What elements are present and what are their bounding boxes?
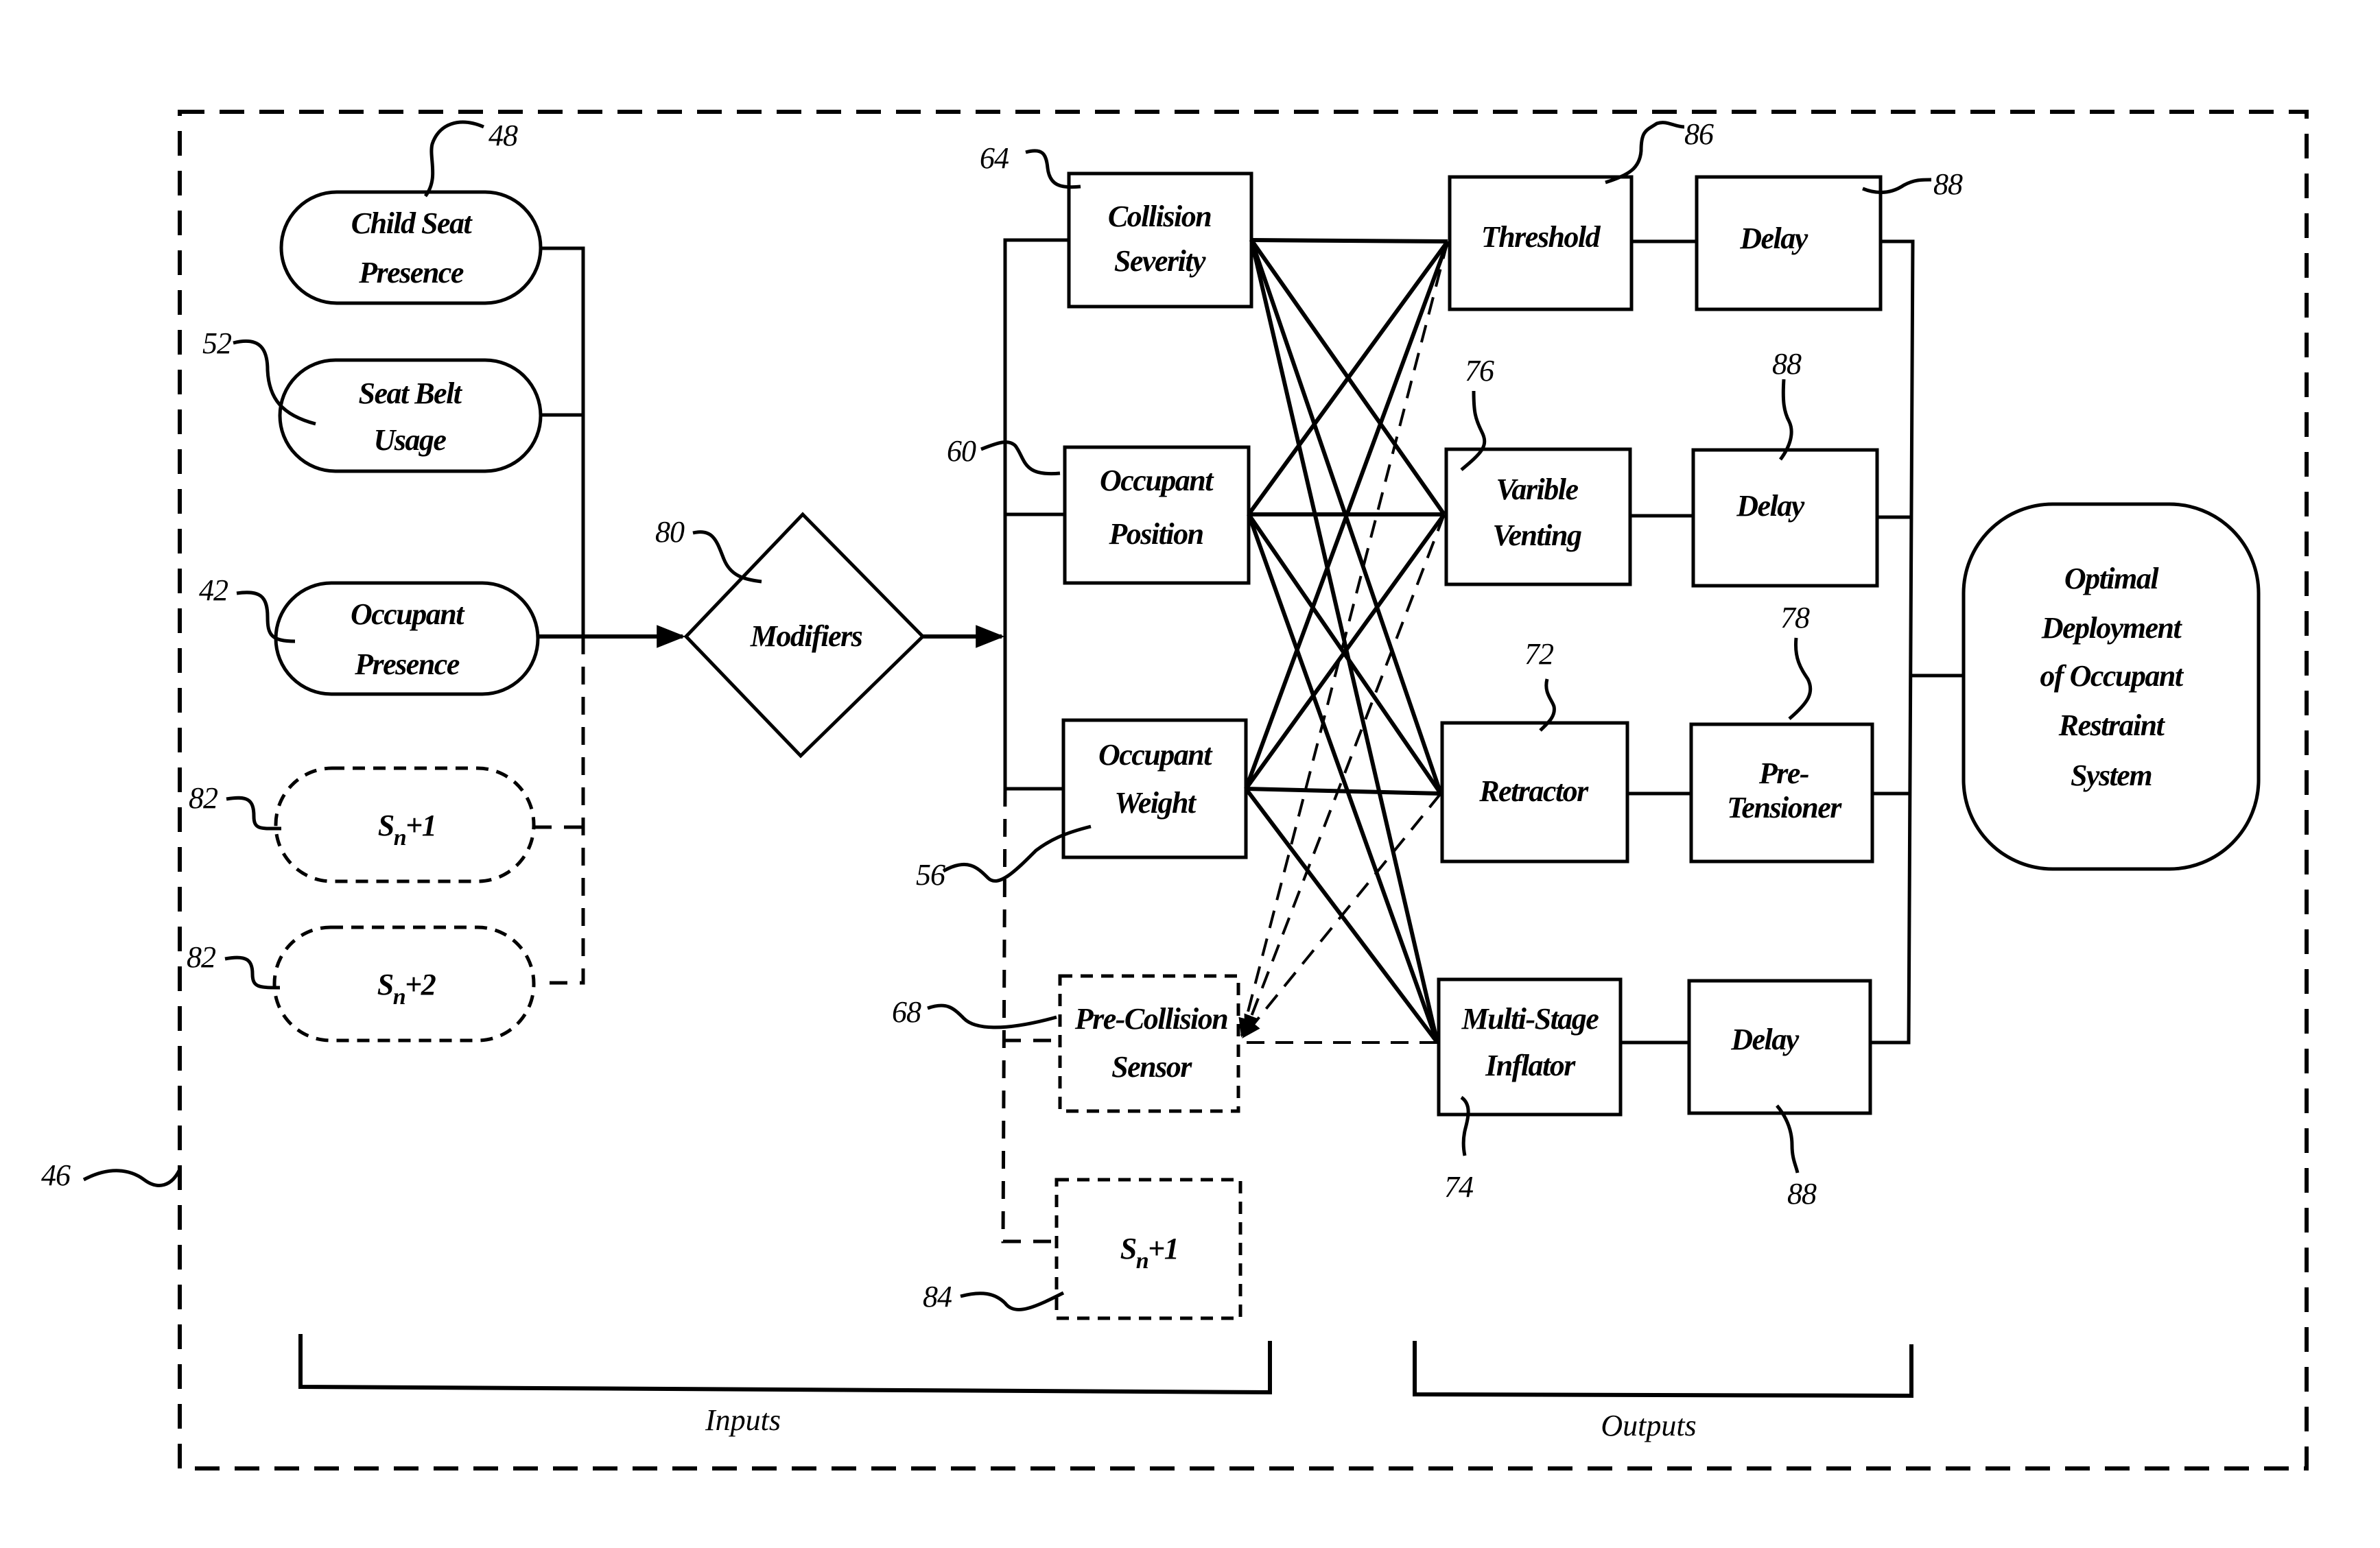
stage2-delay-3: Delay: [1687, 979, 1872, 1115]
ref-label-68: 68: [892, 995, 921, 1029]
svg-text:Multi-Stage: Multi-Stage: [1461, 1002, 1599, 1036]
svg-text:Occupant: Occupant: [1100, 464, 1214, 497]
svg-text:Occupant: Occupant: [1098, 738, 1213, 772]
ref-label-84: 84: [923, 1280, 952, 1313]
svg-text:of Occupant: of Occupant: [2040, 659, 2184, 693]
svg-text:Pre-Collision: Pre-Collision: [1074, 1002, 1228, 1036]
inputs-bracket: [298, 1334, 1272, 1395]
ref-leader-82b: [224, 955, 281, 990]
input-occupant-position: Occupant Position: [1063, 445, 1251, 585]
svg-text:Restraint: Restraint: [2058, 708, 2166, 742]
input-sn-plus-1: Sn+1: [1054, 1178, 1242, 1320]
ref-label-80: 80: [655, 515, 685, 549]
sensor-sn-plus-2: Sn+2: [272, 925, 536, 1043]
ref-leader-60: [980, 440, 1061, 476]
ref-label-48: 48: [488, 119, 518, 152]
ref-label-64: 64: [980, 141, 1009, 175]
input-pre-collision-sensor: Pre-Collision Sensor: [1058, 974, 1240, 1113]
svg-text:Varible: Varible: [1496, 473, 1578, 506]
svg-text:Seat Belt: Seat Belt: [358, 377, 462, 410]
svg-text:Usage: Usage: [374, 423, 447, 457]
system-ref-leader: [82, 1168, 182, 1187]
svg-text:Sensor: Sensor: [1111, 1050, 1192, 1084]
svg-text:Weight: Weight: [1114, 786, 1197, 820]
sensor-child-seat-presence: Child Seat Presence: [279, 190, 543, 305]
svg-text:Venting: Venting: [1493, 519, 1581, 552]
svg-text:Delay: Delay: [1736, 489, 1805, 523]
ref-leader-82a: [226, 796, 282, 831]
ref-leader-48: [423, 120, 484, 198]
ref-leader-86: [1605, 121, 1685, 184]
sensor-occupant-presence: Occupant Presence: [274, 581, 540, 696]
output-retractor: Retractor: [1440, 721, 1629, 864]
output-varible-venting: Varible Venting: [1444, 447, 1632, 586]
ref-label-72: 72: [1524, 637, 1554, 671]
ref-label-82b: 82: [187, 940, 216, 974]
link-weight-retractor: [1245, 787, 1441, 796]
ref-label-76: 76: [1465, 354, 1494, 388]
link-severity-threshold: [1251, 238, 1448, 243]
svg-text:Delay: Delay: [1730, 1023, 1800, 1056]
ref-leader-84: [960, 1291, 1065, 1311]
svg-text:Pre-: Pre-: [1758, 757, 1809, 790]
output-threshold: Threshold: [1448, 175, 1634, 311]
occupant-restraint-block-diagram: 46 Child Seat Presence 48 Seat Belt Usag…: [41, 110, 2309, 1470]
svg-text:Modifiers: Modifiers: [750, 619, 862, 653]
ref-leader-88c: [1776, 1104, 1800, 1174]
ref-label-88b: 88: [1772, 347, 1802, 381]
sensor-seat-belt-usage: Seat Belt Usage: [278, 358, 543, 473]
svg-text:System: System: [2071, 759, 2152, 792]
input-collision-severity: Collision Severity: [1067, 171, 1253, 309]
input-output-connections: [1238, 238, 1450, 1044]
svg-text:Collision: Collision: [1108, 200, 1211, 233]
ref-label-42: 42: [199, 573, 228, 607]
sensor-bus-line: [541, 246, 585, 636]
ref-leader-68: [927, 1003, 1057, 1029]
svg-text:Inflator: Inflator: [1485, 1049, 1576, 1082]
ref-leader-78: [1788, 637, 1813, 720]
svg-text:Deployment: Deployment: [2041, 611, 2183, 645]
ref-label-74: 74: [1444, 1170, 1474, 1204]
svg-text:Threshold: Threshold: [1481, 220, 1601, 254]
svg-text:Presence: Presence: [358, 256, 464, 289]
ref-label-88a: 88: [1933, 167, 1963, 201]
stage2-delay-1: Delay: [1695, 175, 1883, 311]
svg-text:Position: Position: [1108, 517, 1203, 551]
stage2-pre-tensioner: Pre- Tensioner: [1689, 722, 1874, 864]
sensor-sn-plus-1: Sn+1: [274, 766, 536, 883]
ref-label-56: 56: [916, 858, 945, 892]
stage2-delay-2: Delay: [1691, 448, 1879, 588]
ref-leader-88b: [1778, 379, 1793, 461]
outputs-bracket: [1413, 1341, 1913, 1398]
outputs-group-label: Outputs: [1601, 1409, 1696, 1442]
svg-text:Tensioner: Tensioner: [1727, 791, 1842, 824]
svg-text:Child Seat: Child Seat: [351, 206, 473, 240]
svg-text:Severity: Severity: [1114, 244, 1206, 278]
svg-text:Occupant: Occupant: [351, 597, 465, 631]
inputs-group-label: Inputs: [705, 1403, 781, 1437]
optimal-deployment-result: Optimal Deployment of Occupant Restraint…: [1961, 502, 2261, 871]
link-position-inflator: [1247, 513, 1439, 1044]
ref-label-52: 52: [202, 326, 232, 360]
ref-label-78: 78: [1780, 601, 1810, 634]
ref-label-60: 60: [947, 434, 976, 468]
svg-text:Retractor: Retractor: [1478, 774, 1589, 808]
svg-text:Optimal: Optimal: [2064, 562, 2159, 595]
sensor-bus-dashed: [539, 636, 585, 985]
ref-label-88c: 88: [1787, 1177, 1817, 1211]
ref-label-82a: 82: [189, 781, 218, 815]
svg-text:Delay: Delay: [1739, 222, 1808, 255]
ref-label-86: 86: [1684, 117, 1714, 151]
input-occupant-weight: Occupant Weight: [1061, 718, 1248, 859]
output-combiner-bus: [1870, 239, 1915, 1045]
output-multi-stage-inflator: Multi-Stage Inflator: [1437, 977, 1623, 1117]
svg-text:Presence: Presence: [354, 647, 460, 681]
system-ref-label: 46: [41, 1158, 71, 1192]
